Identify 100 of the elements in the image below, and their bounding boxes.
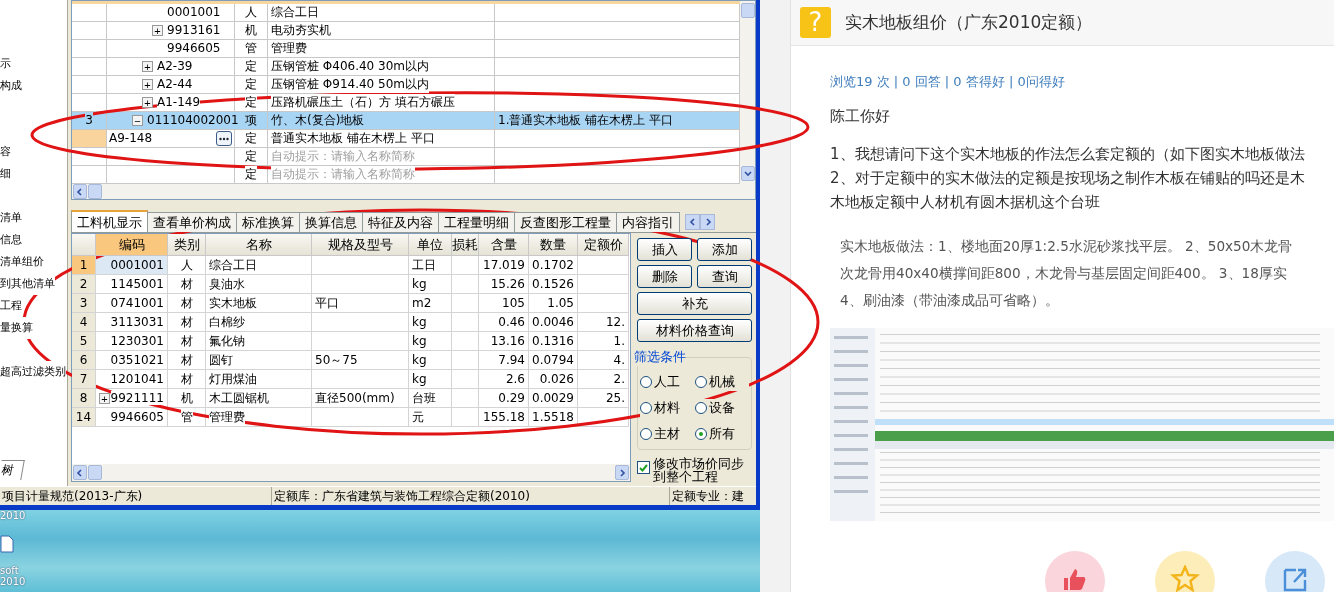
column-header[interactable]: 数量 [529, 234, 578, 256]
scroll-right-button[interactable] [700, 214, 715, 230]
expand-toggle[interactable]: + [142, 61, 153, 72]
table-cell: 0741001 [110, 296, 164, 310]
action-button[interactable]: 插入 [637, 238, 692, 261]
table-cell: 竹、木(复合)地板 [271, 112, 365, 129]
table-cell: 13.16 [490, 334, 525, 348]
column-header[interactable]: 规格及型号 [312, 234, 409, 256]
expand-toggle[interactable]: + [152, 25, 163, 36]
table-cell: 普通实木地板 铺在木楞上 平口 [271, 130, 435, 147]
table-cell: 电动夯实机 [271, 22, 331, 39]
ellipsis-icon [219, 136, 229, 141]
scroll-thumb[interactable] [740, 3, 755, 18]
chevron-left-icon [76, 468, 84, 477]
action-button[interactable]: 添加 [697, 238, 752, 261]
table-cell: 材 [180, 275, 193, 293]
table-cell: 管 [245, 40, 257, 57]
table-cell: 定 [245, 76, 257, 93]
table-cell: 0.1702 [532, 258, 574, 272]
expand-toggle[interactable]: − [132, 115, 143, 126]
tab[interactable]: 查看单价构成 [147, 212, 237, 232]
table-cell: 0.0029 [532, 391, 574, 405]
table-cell: kg [412, 372, 427, 386]
table-cell: 自动提示：请输入名称简称 [271, 148, 415, 165]
expand-toggle[interactable]: + [99, 392, 110, 404]
tab[interactable]: 特征及内容 [362, 212, 439, 232]
column-header[interactable]: 名称 [206, 234, 312, 256]
table-cell: m2 [412, 296, 432, 310]
radio-label: 所有 [708, 425, 735, 443]
radio-button[interactable] [640, 428, 652, 440]
expand-toggle[interactable]: + [142, 97, 153, 108]
question-text: 木地板定额中人材机有圆木据机这个台班 [830, 192, 1101, 213]
table-cell: 17.019 [483, 258, 525, 272]
expand-toggle[interactable]: + [142, 79, 153, 90]
tab[interactable]: 标准换算 [236, 212, 300, 232]
table-cell: 0.1316 [532, 334, 574, 348]
action-button[interactable]: 查询 [697, 265, 752, 288]
table-cell: 0.46 [498, 315, 525, 329]
radio-label: 材料 [654, 399, 680, 417]
table-cell: 定 [245, 94, 257, 111]
table-cell: 0.0046 [532, 315, 574, 329]
tab[interactable]: 反查图形工程量 [514, 212, 617, 232]
more-button[interactable] [216, 131, 232, 146]
tab[interactable]: 工料机显示 [71, 210, 148, 232]
document-icon [0, 535, 14, 553]
action-button[interactable]: 补充 [637, 292, 752, 315]
row-number: 6 [72, 351, 96, 370]
action-button[interactable]: 删除 [637, 265, 692, 288]
tree-tab[interactable]: 树 [0, 460, 25, 480]
table-cell: 灯用煤油 [209, 370, 257, 388]
nav-item[interactable]: 量换算 [0, 317, 33, 339]
corner-cell [72, 234, 96, 256]
desktop-icon-label: 2010 [0, 510, 26, 521]
row-number: 8 [72, 389, 96, 408]
table-cell: 平口 [315, 294, 339, 312]
vertical-scrollbar[interactable] [740, 1, 755, 199]
table-cell: 0.29 [498, 391, 525, 405]
table-cell: 人 [245, 4, 257, 21]
table-cell: A1-149 [157, 94, 201, 111]
table-cell: 1.5518 [532, 410, 574, 424]
table-cell: 0001001 [110, 258, 164, 272]
tab[interactable]: 工程量明细 [438, 212, 515, 232]
radio-label: 机械 [708, 373, 735, 391]
table-cell: 1201041 [110, 372, 164, 386]
column-header[interactable]: 编码 [96, 234, 168, 256]
question-icon: ? [800, 7, 831, 38]
chevron-left-icon [688, 218, 697, 226]
greeting-text: 陈工你好 [830, 107, 890, 126]
column-header[interactable]: 含量 [479, 234, 529, 256]
table-cell: 材 [180, 332, 193, 350]
scroll-thumb[interactable] [88, 465, 102, 480]
row-number: 3 [72, 294, 96, 313]
column-header[interactable]: 损耗 [452, 234, 479, 256]
horizontal-scrollbar[interactable] [72, 184, 740, 199]
desktop-icon-label: 2010 [0, 576, 26, 587]
table-cell: 9946605 [110, 410, 164, 424]
radio-button[interactable] [640, 402, 652, 414]
tab[interactable]: 换算信息 [299, 212, 363, 232]
horizontal-scrollbar[interactable] [72, 464, 630, 481]
column-header[interactable]: 单位 [409, 234, 452, 256]
row-number: 4 [72, 313, 96, 332]
column-header[interactable]: 类别 [168, 234, 206, 256]
scroll-left-button[interactable] [685, 214, 700, 230]
table-cell: 定 [245, 58, 257, 75]
scroll-thumb[interactable] [88, 184, 102, 199]
row-number: 7 [72, 370, 96, 389]
status-text: 项目计量规范(2013-广东) [0, 487, 272, 505]
stats-link[interactable]: 浏览19 次 | 0 回答 | 0 答得好 | 0问得好 [830, 73, 1065, 91]
group-title: 筛选条件 [634, 349, 686, 364]
quote-text: 实木地板做法：1、楼地面20厚1:2.5水泥砂浆找平层。 2、50x50木龙骨 [840, 237, 1293, 256]
tab[interactable]: 内容指引 [616, 212, 680, 232]
table-cell: 1230301 [110, 334, 164, 348]
table-cell: 木工圆锯机 [209, 389, 269, 407]
radio-button[interactable] [640, 376, 652, 388]
column-header[interactable]: 定额价 [578, 234, 629, 256]
checkbox[interactable] [637, 461, 650, 474]
table-cell: 0.1526 [532, 277, 574, 291]
chevron-right-icon [618, 468, 626, 477]
radio-label: 人工 [654, 373, 680, 391]
action-button[interactable]: 材料价格查询 [637, 319, 752, 342]
